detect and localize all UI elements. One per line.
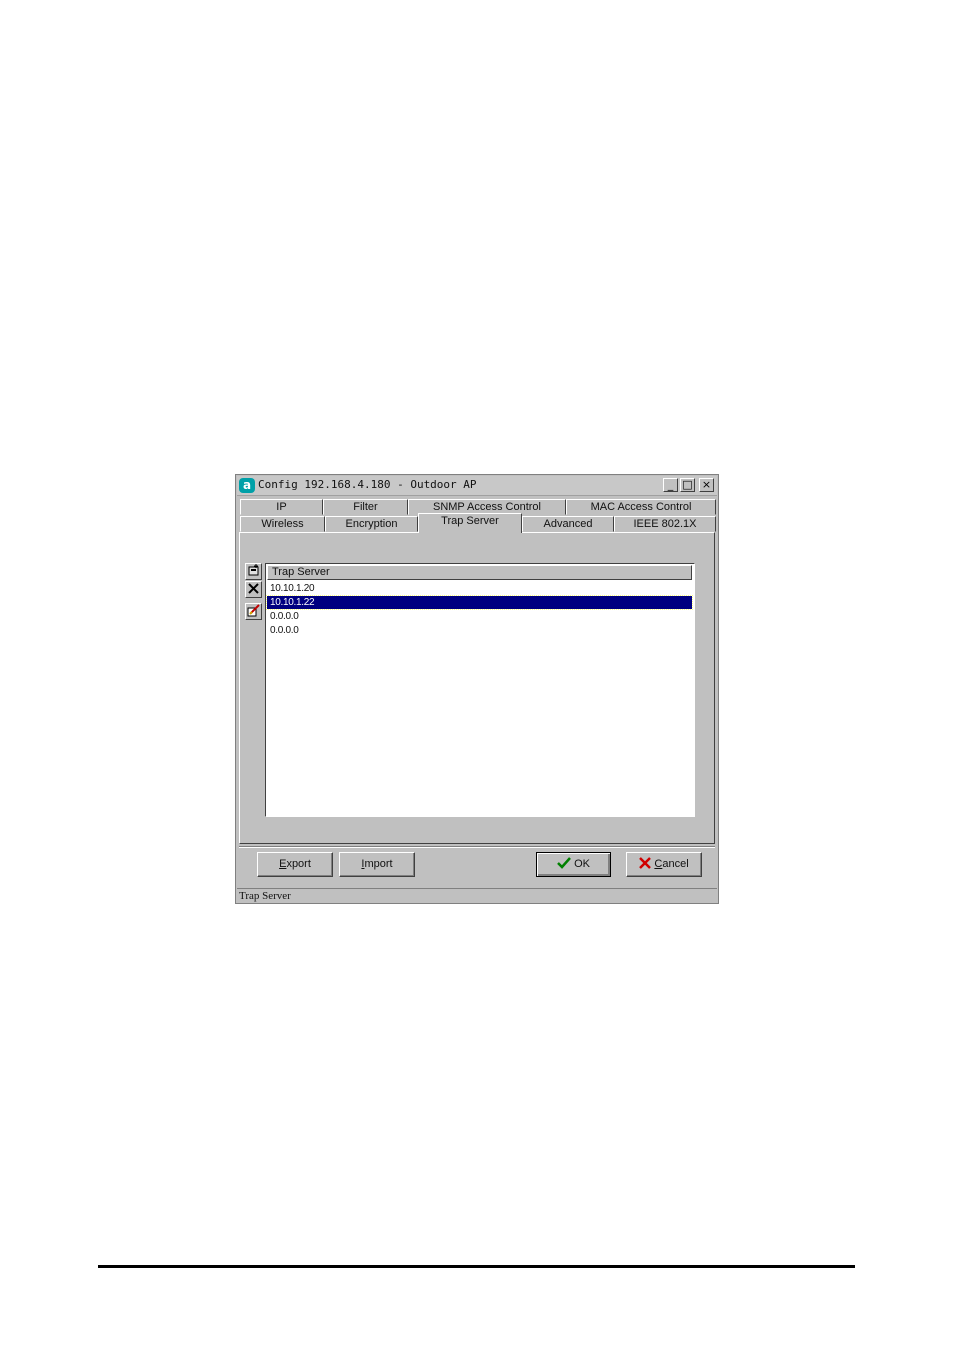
list-item[interactable]: 10.10.1.20 xyxy=(267,582,692,595)
list-item-selected[interactable]: 10.10.1.22 xyxy=(266,595,693,610)
page-footer-rule xyxy=(98,1265,855,1268)
export-label: xport xyxy=(286,858,311,870)
cancel-button[interactable]: Cancel xyxy=(626,852,702,877)
cancel-x-icon xyxy=(639,857,652,869)
status-bar: Trap Server xyxy=(237,888,717,903)
title-bar[interactable]: a Config 192.168.4.180 - Outdoor AP _ □ … xyxy=(237,476,717,496)
check-icon xyxy=(557,857,571,869)
trap-server-list[interactable]: Trap Server 10.10.1.20 10.10.1.22 0.0.0.… xyxy=(265,563,695,817)
tab-mac-access-control[interactable]: MAC Access Control xyxy=(566,499,716,515)
delete-icon xyxy=(248,583,259,594)
tab-advanced[interactable]: Advanced xyxy=(522,516,614,532)
tab-filter[interactable]: Filter xyxy=(323,499,408,515)
tab-trap-server[interactable]: Trap Server xyxy=(418,513,522,533)
delete-trap-server-button[interactable] xyxy=(245,581,262,598)
list-item[interactable]: 0.0.0.0 xyxy=(267,610,692,623)
edit-icon xyxy=(247,604,260,617)
tab-wireless[interactable]: Wireless xyxy=(240,516,325,532)
tab-ip[interactable]: IP xyxy=(240,499,323,515)
cancel-label: ancel xyxy=(662,858,689,870)
add-server-icon xyxy=(248,564,259,576)
maximize-button[interactable]: □ xyxy=(680,478,695,492)
config-window: a Config 192.168.4.180 - Outdoor AP _ □ … xyxy=(235,474,719,904)
import-label: mport xyxy=(364,858,393,870)
export-button[interactable]: Export xyxy=(257,852,333,877)
trap-server-panel: Trap Server 10.10.1.20 10.10.1.22 0.0.0.… xyxy=(239,532,715,844)
window-title: Config 192.168.4.180 - Outdoor AP xyxy=(258,478,477,491)
ok-label: OK xyxy=(574,858,590,870)
app-icon: a xyxy=(239,478,255,493)
ok-button[interactable]: OK xyxy=(536,852,611,877)
edit-trap-server-button[interactable] xyxy=(245,603,262,620)
tab-encryption[interactable]: Encryption xyxy=(325,516,418,532)
list-header-trap-server[interactable]: Trap Server xyxy=(267,565,692,580)
close-button[interactable]: × xyxy=(699,478,714,492)
tab-ieee-8021x[interactable]: IEEE 802.1X xyxy=(614,516,716,532)
separator xyxy=(239,846,715,848)
add-trap-server-button[interactable] xyxy=(245,563,262,580)
import-button[interactable]: Import xyxy=(339,852,415,877)
minimize-button[interactable]: _ xyxy=(663,478,678,492)
list-item[interactable]: 0.0.0.0 xyxy=(267,624,692,637)
